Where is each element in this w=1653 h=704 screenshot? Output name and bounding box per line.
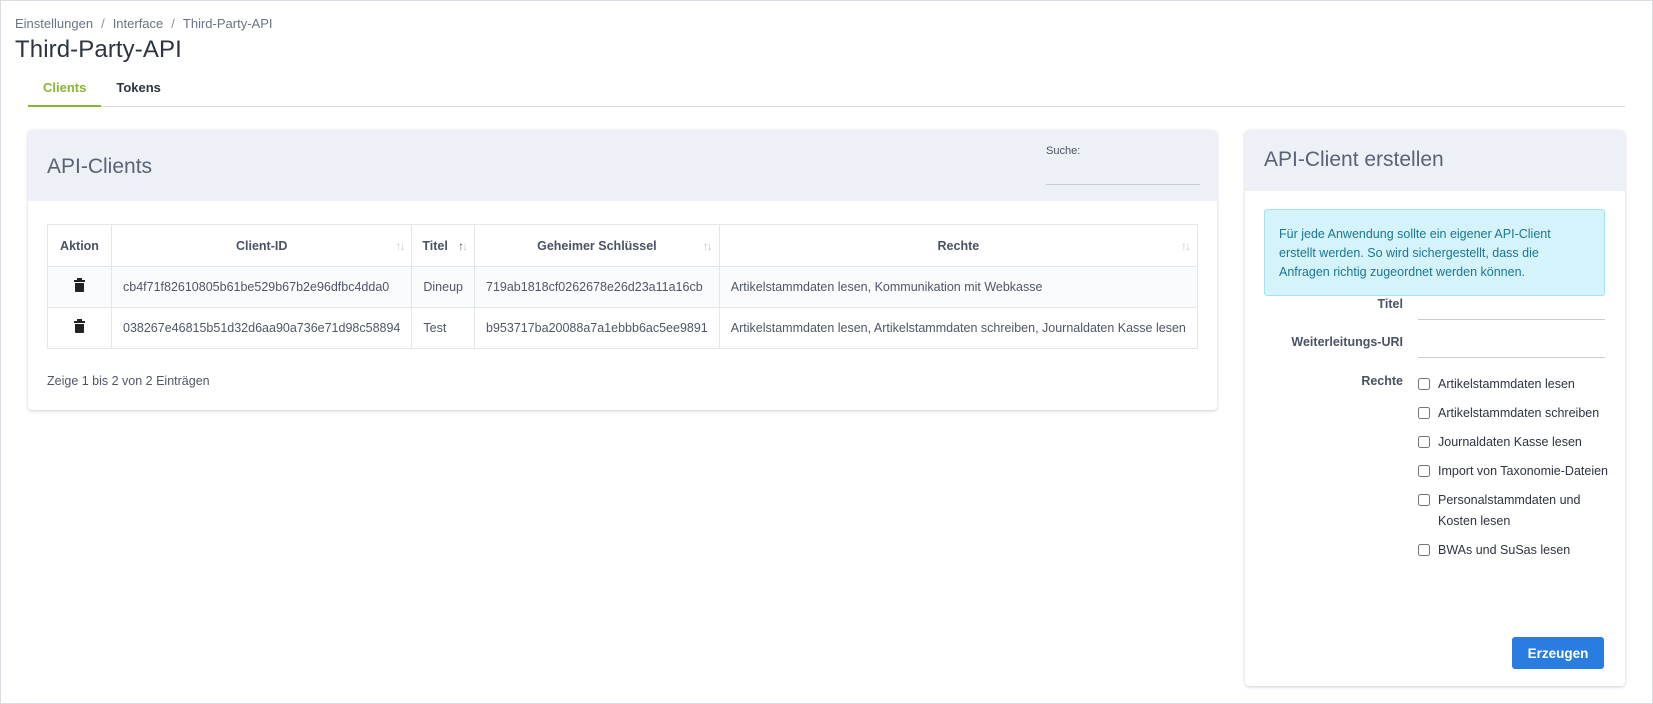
breadcrumb-separator: / [171, 16, 175, 31]
uri-label: Weiterleitungs-URI [1291, 335, 1403, 349]
right-option[interactable]: Personalstammdaten und Kosten lesen [1418, 490, 1608, 532]
info-alert: Für jede Anwendung sollte ein eigener AP… [1264, 209, 1605, 296]
uri-input[interactable] [1418, 334, 1605, 358]
table-row: cb4f71f82610805b61be529b67b2e96dfbc4dda0… [47, 266, 1199, 308]
cell-client-id: cb4f71f82610805b61be529b67b2e96dfbc4dda0 [110, 266, 413, 308]
column-header-rechte[interactable]: Rechte ↑↓ [718, 224, 1199, 267]
breadcrumb-einstellungen[interactable]: Einstellungen [15, 16, 93, 31]
cell-secret: b953717ba20088a7a1ebbb6ac5ee9891 [474, 307, 720, 349]
cell-titel: Dineup [411, 266, 475, 308]
right-option[interactable]: Artikelstammdaten lesen [1418, 374, 1608, 395]
row-actions [47, 307, 112, 349]
right-option[interactable]: Journaldaten Kasse lesen [1418, 432, 1608, 453]
cell-rechte: Artikelstammdaten lesen, Kommunikation m… [718, 266, 1199, 308]
column-header-client-id[interactable]: Client-ID ↑↓ [110, 224, 413, 267]
table-row: 038267e46815b51d32d6aa90a736e71d98c58894… [47, 307, 1199, 349]
right-checkbox[interactable] [1418, 465, 1430, 477]
search-input[interactable] [1046, 163, 1200, 185]
column-header-titel[interactable]: Titel ↑↓ [411, 224, 475, 267]
api-clients-header: API-Clients Suche: [28, 130, 1217, 201]
right-option-label: Journaldaten Kasse lesen [1438, 435, 1582, 449]
search-label: Suche: [1046, 145, 1081, 157]
breadcrumb-interface[interactable]: Interface [113, 16, 164, 31]
right-option-label: BWAs und SuSas lesen [1438, 543, 1571, 557]
cell-client-id: 038267e46815b51d32d6aa90a736e71d98c58894 [110, 307, 413, 349]
api-clients-table: Aktion Client-ID ↑↓ Titel ↑↓ Geheimer Sc… [47, 224, 1199, 349]
trash-icon[interactable] [74, 278, 85, 292]
right-option-label: Personalstammdaten und Kosten lesen [1438, 493, 1581, 528]
column-header-secret[interactable]: Geheimer Schlüssel ↑↓ [474, 224, 720, 267]
breadcrumb-current: Third-Party-API [182, 16, 273, 31]
right-option-label: Artikelstammdaten lesen [1438, 377, 1575, 391]
right-option-label: Import von Taxonomie-Dateien [1438, 464, 1608, 478]
right-checkbox[interactable] [1418, 544, 1430, 556]
rights-checkbox-group: Artikelstammdaten lesen Artikelstammdate… [1418, 374, 1608, 569]
rechte-label: Rechte [1361, 374, 1403, 388]
sort-arrows-icon[interactable]: ↑↓ [703, 239, 713, 253]
sort-arrows-icon[interactable]: ↑↓ [395, 239, 405, 253]
create-client-header: API-Client erstellen [1245, 130, 1625, 191]
table-info: Zeige 1 bis 2 von 2 Einträgen [47, 374, 210, 388]
right-option-label: Artikelstammdaten schreiben [1438, 406, 1600, 420]
tab-tokens[interactable]: Tokens [101, 74, 176, 107]
create-client-title: API-Client erstellen [1264, 148, 1444, 171]
cell-rechte: Artikelstammdaten lesen, Artikelstammdat… [718, 307, 1199, 349]
trash-icon[interactable] [74, 319, 85, 333]
erzeugen-button[interactable]: Erzeugen [1512, 637, 1604, 669]
tab-bar: Clients Tokens [28, 74, 1625, 107]
table-header-row: Aktion Client-ID ↑↓ Titel ↑↓ Geheimer Sc… [47, 224, 1199, 267]
sort-arrows-icon[interactable]: ↑↓ [1181, 239, 1191, 253]
cell-titel: Test [411, 307, 475, 349]
cell-secret: 719ab1818cf0262678e26d23a11a16cb [474, 266, 720, 308]
page-title: Third-Party-API [15, 36, 182, 63]
right-checkbox[interactable] [1418, 494, 1430, 506]
create-client-panel: API-Client erstellen Für jede Anwendung … [1245, 130, 1625, 686]
breadcrumb-separator: / [101, 16, 105, 31]
row-actions [47, 266, 112, 308]
api-clients-panel: API-Clients Suche: Aktion Client-ID ↑↓ T… [28, 130, 1217, 410]
titel-label: Titel [1377, 297, 1403, 311]
right-checkbox[interactable] [1418, 436, 1430, 448]
tab-clients[interactable]: Clients [28, 74, 102, 107]
api-clients-title: API-Clients [47, 155, 153, 178]
right-checkbox[interactable] [1418, 407, 1430, 419]
breadcrumb: Einstellungen / Interface / Third-Party-… [15, 16, 272, 31]
right-option[interactable]: Import von Taxonomie-Dateien [1418, 461, 1608, 482]
sort-arrows-icon[interactable]: ↑↓ [458, 239, 468, 253]
column-header-aktion: Aktion [47, 224, 112, 267]
right-option[interactable]: Artikelstammdaten schreiben [1418, 403, 1608, 424]
right-option[interactable]: BWAs und SuSas lesen [1418, 540, 1608, 561]
right-checkbox[interactable] [1418, 378, 1430, 390]
titel-input[interactable] [1418, 296, 1605, 320]
